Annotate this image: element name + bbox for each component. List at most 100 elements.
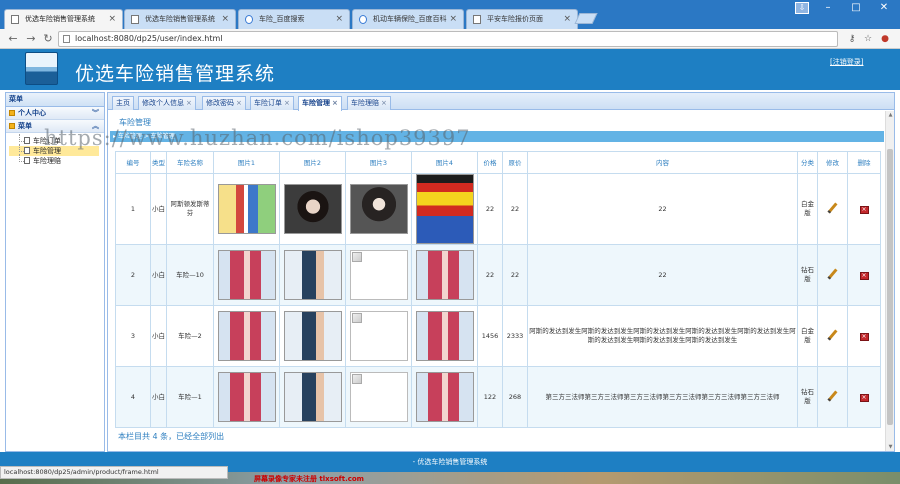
cell-content: 22 (527, 244, 798, 306)
menu-header: 菜单 (6, 93, 104, 107)
close-icon[interactable]: × (563, 10, 571, 29)
cell-price: 22 (477, 173, 503, 245)
cell-content: 第三方三法师第三方三法师第三方三法师第三方三法师第三方三法师第三方三法师 (527, 366, 798, 428)
cell-name: 车险—10 (166, 244, 214, 306)
edit-icon[interactable] (827, 268, 838, 279)
column-header: 分类 (797, 151, 818, 174)
cell-original-price: 268 (502, 366, 528, 428)
car-image-1 (217, 250, 276, 300)
key-icon[interactable]: ⚷ (846, 33, 858, 45)
file-icon (24, 137, 30, 144)
file-icon (24, 157, 30, 164)
app-logo (25, 52, 58, 85)
app-header: 优选车险销售管理系统 [注销登录] (0, 49, 900, 90)
edit-icon[interactable] (827, 202, 838, 213)
cell-id: 4 (115, 366, 151, 428)
cell-name: 车险—1 (166, 366, 214, 428)
cell-type: 小白 (150, 366, 167, 428)
close-window-icon[interactable]: ✕ (870, 0, 898, 18)
scrollbar-thumb[interactable] (887, 149, 893, 425)
tab-change-password[interactable]: 修改密码 × (202, 96, 246, 110)
menu-section-personal[interactable]: 个人中心 ︾ (6, 107, 104, 120)
close-icon[interactable]: × (186, 99, 192, 107)
content-tabs: 主页 修改个人信息 × 修改密码 × 车险订单 × 车险管理 × 车险理赔 × (108, 93, 894, 111)
car-image-2 (283, 250, 342, 300)
column-header: 图片1 (213, 151, 280, 174)
column-header: 图片3 (345, 151, 412, 174)
cell-original-price: 2333 (502, 305, 528, 367)
logout-link[interactable]: [注销登录] (830, 57, 863, 67)
forward-icon[interactable]: → (24, 32, 38, 46)
column-header: 车险名称 (166, 151, 214, 174)
back-icon[interactable]: ← (6, 32, 20, 46)
edit-icon[interactable] (827, 329, 838, 340)
new-tab-button[interactable] (574, 13, 598, 24)
delete-icon[interactable]: × (859, 271, 869, 280)
browser-tab[interactable]: 机动车辆保险_百度百科 × (352, 9, 464, 29)
car-image-1 (217, 184, 276, 234)
browser-tab[interactable]: 优选车险销售管理系统 × (4, 9, 123, 29)
browser-tab[interactable]: 车险_百度搜索 × (238, 9, 350, 29)
column-header: 内容 (527, 151, 798, 174)
cell-type: 小白 (150, 305, 167, 367)
cell-id: 3 (115, 305, 151, 367)
delete-icon[interactable]: × (859, 205, 869, 214)
cell-content: 22 (527, 173, 798, 245)
broken-image-icon (349, 372, 408, 422)
tab-orders[interactable]: 车险订单 × (250, 96, 294, 110)
tab-claims[interactable]: 车险理赔 × (347, 96, 391, 110)
cell-category: 钻石版 (797, 244, 818, 306)
minimize-icon[interactable]: – (814, 0, 842, 18)
url-input[interactable]: localhost:8080/dp25/user/index.html (58, 31, 838, 47)
car-image-1 (217, 311, 276, 361)
cell-price: 22 (477, 244, 503, 306)
extension-icon[interactable]: ● (879, 33, 891, 45)
baidu-icon (245, 15, 253, 24)
bookmark-star-icon[interactable]: ☆ (862, 33, 874, 45)
tab-home[interactable]: 主页 (112, 96, 134, 110)
reload-icon[interactable]: ↻ (41, 32, 55, 46)
close-icon[interactable]: × (236, 99, 242, 107)
browser-tab[interactable]: 优选车险销售管理系统 × (124, 9, 236, 29)
close-icon[interactable]: × (284, 99, 290, 107)
car-image-2 (283, 311, 342, 361)
close-icon[interactable]: × (335, 10, 343, 29)
column-header: 类型 (150, 151, 167, 174)
baidu-icon (359, 15, 367, 24)
tab-insurance-management[interactable]: 车险管理 × (298, 96, 342, 111)
car-image-2 (283, 184, 342, 234)
column-header: 删除 (847, 151, 881, 174)
edit-icon[interactable] (827, 390, 838, 401)
column-header: 编号 (115, 151, 151, 174)
column-header: 修改 (817, 151, 848, 174)
user-icon[interactable]: ⇩ (795, 2, 809, 14)
close-icon[interactable]: × (381, 99, 387, 107)
maximize-icon[interactable]: □ (842, 0, 870, 18)
cell-category: 钻石版 (797, 366, 818, 428)
vertical-scrollbar[interactable]: ▲ ▼ (885, 111, 894, 451)
scroll-up-icon[interactable]: ▲ (886, 111, 895, 119)
close-icon[interactable]: × (332, 99, 338, 107)
close-icon[interactable]: × (108, 10, 116, 29)
cell-price: 1456 (477, 305, 503, 367)
broken-image-icon (349, 250, 408, 300)
delete-icon[interactable]: × (859, 332, 869, 341)
cell-original-price: 22 (502, 244, 528, 306)
menu-item-claims[interactable]: 车险理赔 (9, 154, 99, 166)
cell-category: 白金版 (797, 305, 818, 367)
page-icon (11, 15, 19, 24)
browser-tab[interactable]: 平安车险报价页面 × (466, 9, 578, 29)
cell-category: 白金版 (797, 173, 818, 245)
column-header: 价格 (477, 151, 503, 174)
table-header-row: 编号 类型 车险名称 图片1 图片2 图片3 图片4 价格 原价 内容 分类 修… (115, 151, 881, 174)
page-icon (63, 35, 70, 43)
car-image-1 (217, 372, 276, 422)
delete-icon[interactable]: × (859, 393, 869, 402)
cell-original-price: 22 (502, 173, 528, 245)
column-header: 图片4 (411, 151, 478, 174)
tab-edit-profile[interactable]: 修改个人信息 × (138, 96, 196, 110)
close-icon[interactable]: × (221, 10, 229, 29)
scroll-down-icon[interactable]: ▼ (886, 443, 895, 451)
car-image-4 (415, 311, 474, 361)
close-icon[interactable]: × (449, 10, 457, 29)
